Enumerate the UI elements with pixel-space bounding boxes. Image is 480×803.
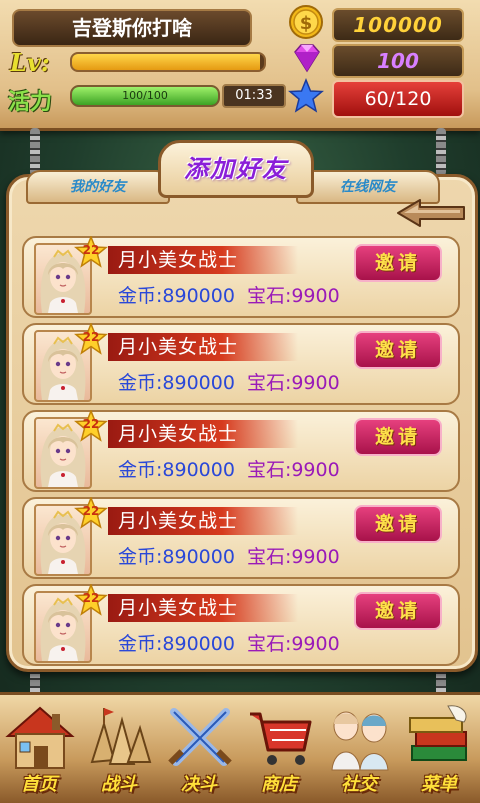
friend-gold: 金币:890000: [118, 546, 235, 568]
invite-button[interactable]: 邀请: [354, 505, 442, 543]
crossed-swords-icon: [168, 708, 232, 766]
friend-row: 22 月小美女战士 邀请 金币:890000 宝石:9900: [22, 495, 460, 579]
gem-amount: 100: [332, 44, 464, 78]
level-label: Lv:: [10, 48, 50, 77]
friend-name: 月小美女战士: [118, 510, 239, 532]
friend-stats: 金币:890000 宝石:9900: [118, 458, 340, 482]
books-icon: [409, 705, 467, 761]
invite-button[interactable]: 邀请: [354, 331, 442, 369]
level-star-badge: 22: [74, 582, 108, 616]
friend-name: 月小美女战士: [118, 423, 239, 445]
friend-gems: 宝石:9900: [246, 285, 340, 307]
nav-shop[interactable]: 商店: [240, 702, 318, 798]
friend-level: 22: [82, 504, 100, 518]
friend-name: 月小美女战士: [118, 249, 239, 271]
vitality-label: 活力: [8, 90, 53, 115]
friend-gold: 金币:890000: [118, 633, 235, 655]
gold-amount: 100000: [332, 8, 464, 42]
back-arrow-icon[interactable]: [396, 198, 468, 228]
friend-gold: 金币:890000: [118, 459, 235, 481]
svg-text:$: $: [300, 13, 313, 34]
tab-add-friend[interactable]: 添加好友: [158, 140, 314, 198]
vitality-timer: 01:33: [222, 84, 286, 108]
nav-social[interactable]: 社交: [320, 702, 398, 798]
friend-stats: 金币:890000 宝石:9900: [118, 632, 340, 656]
friend-level: 22: [82, 243, 100, 257]
vitality-text: 100/100: [122, 89, 168, 102]
nav-duel[interactable]: 决斗: [160, 702, 238, 798]
friend-row: 22 月小美女战士 邀请 金币:890000 宝石:9900: [22, 234, 460, 318]
nav-battle[interactable]: 战斗: [80, 702, 158, 798]
friend-gold: 金币:890000: [118, 285, 235, 307]
invite-button[interactable]: 邀请: [354, 244, 442, 282]
house-icon: [5, 706, 75, 769]
invite-button[interactable]: 邀请: [354, 418, 442, 456]
nav-home[interactable]: 首页: [0, 702, 78, 798]
friend-row: 22 月小美女战士 邀请 金币:890000 宝石:9900: [22, 408, 460, 492]
blue-star-icon: [288, 78, 324, 113]
friend-gems: 宝石:9900: [246, 459, 340, 481]
friend-gems: 宝石:9900: [246, 546, 340, 568]
vitality-bar: 100/100: [70, 85, 220, 107]
nav-battle-label: 战斗: [101, 774, 137, 795]
level-progress-fill: [72, 54, 261, 70]
chain-right-top: [436, 128, 446, 176]
friend-level: 22: [82, 330, 100, 344]
friend-gems: 宝石:9900: [246, 372, 340, 394]
nav-menu-label: 菜单: [421, 774, 457, 795]
nav-duel-label: 决斗: [181, 774, 217, 795]
star-amount: 60/120: [332, 80, 464, 118]
friend-stats: 金币:890000 宝石:9900: [118, 371, 340, 395]
nav-shop-label: 商店: [261, 774, 297, 795]
friend-level: 22: [82, 591, 100, 605]
tab-my-friends[interactable]: 我的好友: [26, 170, 170, 204]
army-icon: [90, 708, 152, 765]
friend-list: 22 月小美女战士 邀请 金币:890000 宝石:9900 22 月小美女战士…: [22, 234, 460, 671]
friend-name: 月小美女战士: [118, 336, 239, 358]
top-status-bar: 吉登斯你打啥 Lv: 活力 100/100 01:33 $ 100000 100…: [0, 0, 480, 131]
friend-row: 22 月小美女战士 邀请 金币:890000 宝石:9900: [22, 321, 460, 405]
level-star-badge: 22: [74, 495, 108, 529]
friend-gold: 金币:890000: [118, 372, 235, 394]
diamond-icon: [294, 44, 320, 73]
level-star-badge: 22: [74, 321, 108, 355]
level-star-badge: 22: [74, 408, 108, 442]
friend-stats: 金币:890000 宝石:9900: [118, 545, 340, 569]
nav-social-label: 社交: [341, 774, 377, 795]
invite-button[interactable]: 邀请: [354, 592, 442, 630]
player-name: 吉登斯你打啥: [12, 9, 252, 47]
friend-gems: 宝石:9900: [246, 633, 340, 655]
friend-name: 月小美女战士: [118, 597, 239, 619]
shopping-cart-icon: [250, 712, 312, 765]
friend-row: 22 月小美女战士 邀请 金币:890000 宝石:9900: [22, 582, 460, 666]
level-progress-bar: [70, 52, 266, 72]
friend-level: 22: [82, 417, 100, 431]
characters-icon: [331, 711, 389, 771]
friend-stats: 金币:890000 宝石:9900: [118, 284, 340, 308]
gold-coin-icon: $: [289, 5, 323, 39]
nav-home-label: 首页: [21, 774, 57, 795]
level-star-badge: 22: [74, 234, 108, 268]
nav-menu[interactable]: 菜单: [400, 702, 478, 798]
chain-left-top: [30, 128, 40, 176]
